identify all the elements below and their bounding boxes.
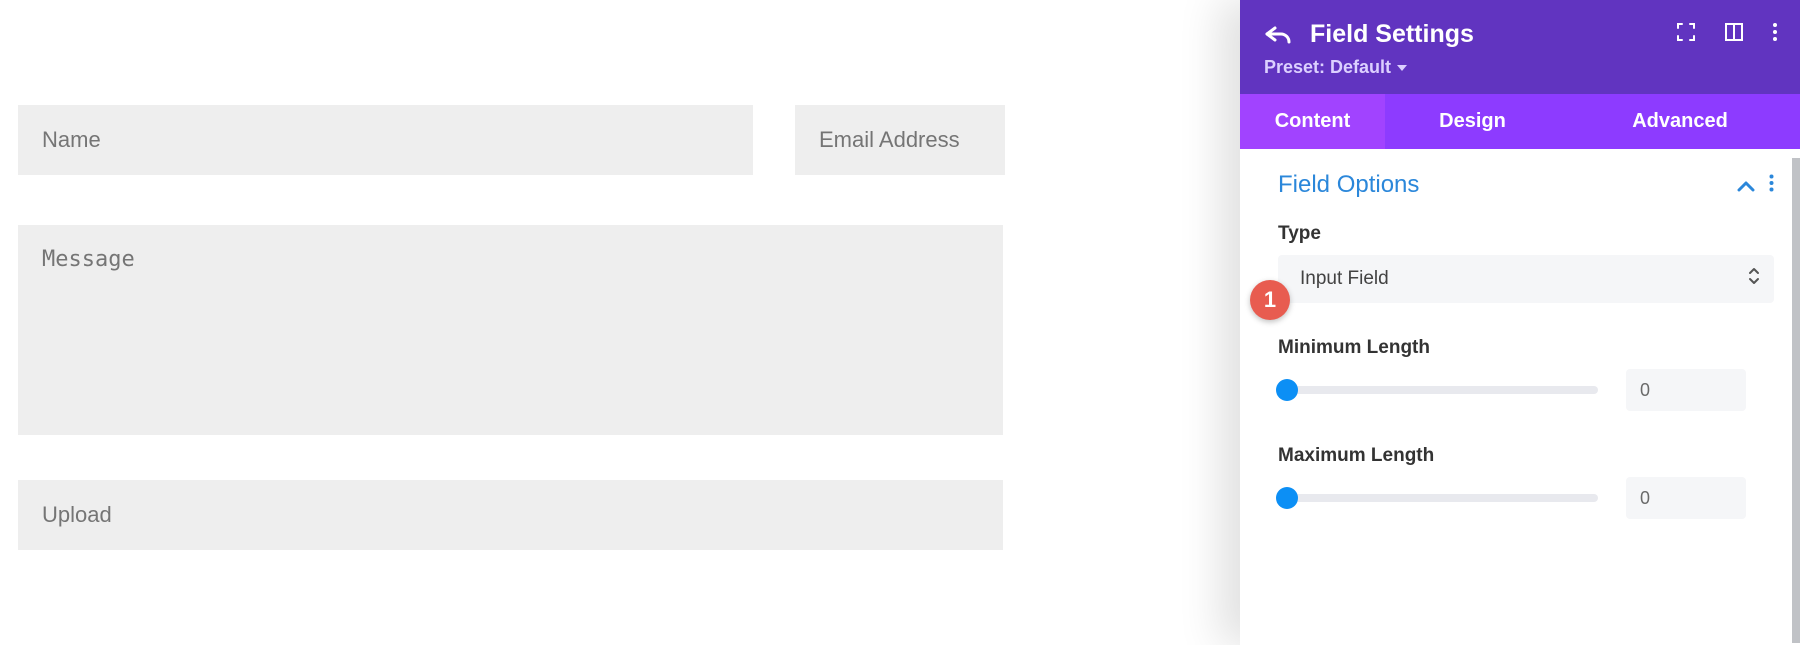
group-type: Type Input Field — [1278, 223, 1774, 303]
preset-label: Preset: Default — [1264, 57, 1391, 78]
slider-thumb[interactable] — [1276, 487, 1298, 509]
expand-icon[interactable] — [1676, 22, 1696, 42]
slider-thumb[interactable] — [1276, 379, 1298, 401]
min-length-value-input[interactable]: 0 — [1626, 369, 1746, 411]
max-length-label: Maximum Length — [1278, 445, 1774, 467]
type-select-value: Input Field — [1300, 268, 1389, 290]
annotation-step-1: 1 — [1250, 280, 1290, 320]
panel-header: Field Settings Preset: Default — [1240, 0, 1800, 94]
section-title: Field Options — [1278, 171, 1419, 199]
name-input[interactable] — [18, 105, 753, 175]
type-label: Type — [1278, 223, 1774, 245]
email-input[interactable] — [795, 105, 1005, 175]
undo-icon[interactable] — [1264, 23, 1292, 47]
upload-field-wrapper — [18, 480, 1003, 550]
min-length-label: Minimum Length — [1278, 337, 1774, 359]
settings-panel: 1 Field Settings — [1240, 0, 1800, 645]
tab-advanced[interactable]: Advanced — [1560, 94, 1800, 149]
tab-design[interactable]: Design — [1385, 94, 1560, 149]
message-textarea[interactable] — [18, 225, 1003, 435]
caret-down-icon — [1397, 65, 1407, 71]
chevron-up-icon[interactable] — [1737, 171, 1755, 199]
panel-scrollbar[interactable] — [1792, 158, 1800, 643]
panel-title: Field Settings — [1310, 20, 1474, 49]
layout-columns-icon[interactable] — [1724, 22, 1744, 42]
email-field-wrapper — [795, 105, 1005, 175]
group-max-length: Maximum Length 0 — [1278, 445, 1774, 519]
min-length-slider[interactable] — [1278, 386, 1598, 394]
form-preview — [0, 0, 1000, 645]
max-length-slider[interactable] — [1278, 494, 1598, 502]
upload-input[interactable] — [18, 480, 1003, 550]
min-length-value: 0 — [1640, 380, 1650, 401]
sort-updown-icon — [1748, 267, 1760, 291]
panel-body: Field Options Type Input Field — [1240, 149, 1800, 645]
section-kebab-icon[interactable] — [1769, 171, 1774, 199]
type-select[interactable]: Input Field — [1278, 255, 1774, 303]
preset-selector[interactable]: Preset: Default — [1264, 57, 1776, 78]
section-field-options[interactable]: Field Options — [1278, 171, 1774, 199]
tab-content[interactable]: Content — [1240, 94, 1385, 149]
name-field-wrapper — [18, 105, 753, 175]
panel-tabs: Content Design Advanced — [1240, 94, 1800, 149]
message-field-wrapper — [18, 225, 1003, 435]
kebab-menu-icon[interactable] — [1772, 22, 1778, 42]
group-min-length: Minimum Length 0 — [1278, 337, 1774, 411]
max-length-value-input[interactable]: 0 — [1626, 477, 1746, 519]
max-length-value: 0 — [1640, 488, 1650, 509]
